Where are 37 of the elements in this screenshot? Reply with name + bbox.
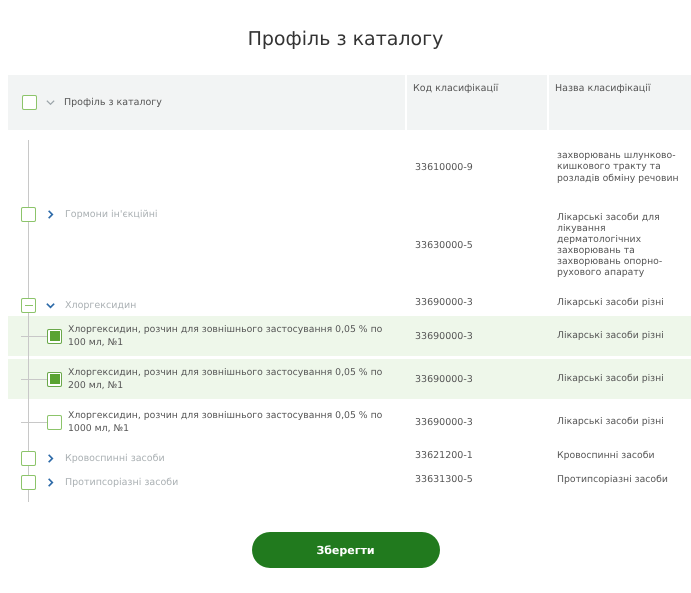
table-cell-text: 33610000-9 (414, 162, 474, 172)
checkbox[interactable] (47, 414, 62, 430)
chevron-right-icon[interactable] (45, 477, 56, 488)
checkbox[interactable] (47, 372, 62, 386)
table-cell-text: Протипсоріазні засоби (556, 474, 669, 486)
table-cell-text: 33621200-1 (414, 450, 474, 461)
column-header: Код класифікації (407, 75, 547, 130)
column-header: Профіль з каталогу (64, 97, 162, 108)
chevron-down-icon[interactable] (45, 300, 56, 311)
tree-item-label[interactable]: Хлоргексидин, розчин для зовнішнього застосування 0,05 % по 1000 мл, №1 (68, 408, 390, 436)
table-cell-text: Лікарські засоби різні (556, 373, 665, 385)
checkbox[interactable] (22, 95, 37, 110)
checkbox[interactable] (21, 451, 36, 466)
table-cell-text: 33690000-3 (414, 416, 474, 428)
table-cell-text: Лікарські засоби різні (556, 296, 665, 308)
table-cell-text: 33690000-3 (414, 297, 474, 308)
chevron-down-icon[interactable] (45, 97, 56, 108)
chevron-right-icon[interactable] (45, 453, 56, 464)
column-header: Назва класифікації (549, 75, 691, 130)
tree-item-label[interactable]: Хлоргексидин, розчин для зовнішнього застосування 0,05 % по 200 мл, №1 (68, 366, 390, 392)
checkbox[interactable] (47, 328, 62, 344)
table-cell-text: Кровоспинні засоби (556, 450, 656, 462)
checkbox[interactable] (21, 298, 36, 313)
table-cell-text: Лікарські засоби різні (556, 330, 665, 342)
table-cell-text: Лікарські засоби різні (556, 416, 665, 428)
table-cell-text: Лікарські засоби для лікування дерматологічних захворювань та захворювань опорно-рухового апарату (556, 212, 664, 278)
save-button[interactable]: Зберегти (252, 532, 440, 568)
table-cell-text: 33631300-5 (414, 474, 474, 485)
checkbox[interactable] (21, 475, 36, 490)
table-cell-text: 33690000-3 (414, 330, 474, 342)
chevron-right-icon[interactable] (45, 209, 56, 220)
checkbox[interactable] (21, 207, 36, 222)
table-cell-text: 33690000-3 (414, 374, 474, 384)
table-cell-text: захворювань шлунково-кишкового тракту та розладів обміну речовин (556, 150, 680, 184)
tree-item-label[interactable]: Хлоргексидин, розчин для зовнішнього застосування 0,05 % по 100 мл, №1 (68, 322, 390, 350)
table-cell-text: 33630000-5 (414, 240, 474, 250)
page-title: Профіль з каталогу (246, 27, 444, 47)
